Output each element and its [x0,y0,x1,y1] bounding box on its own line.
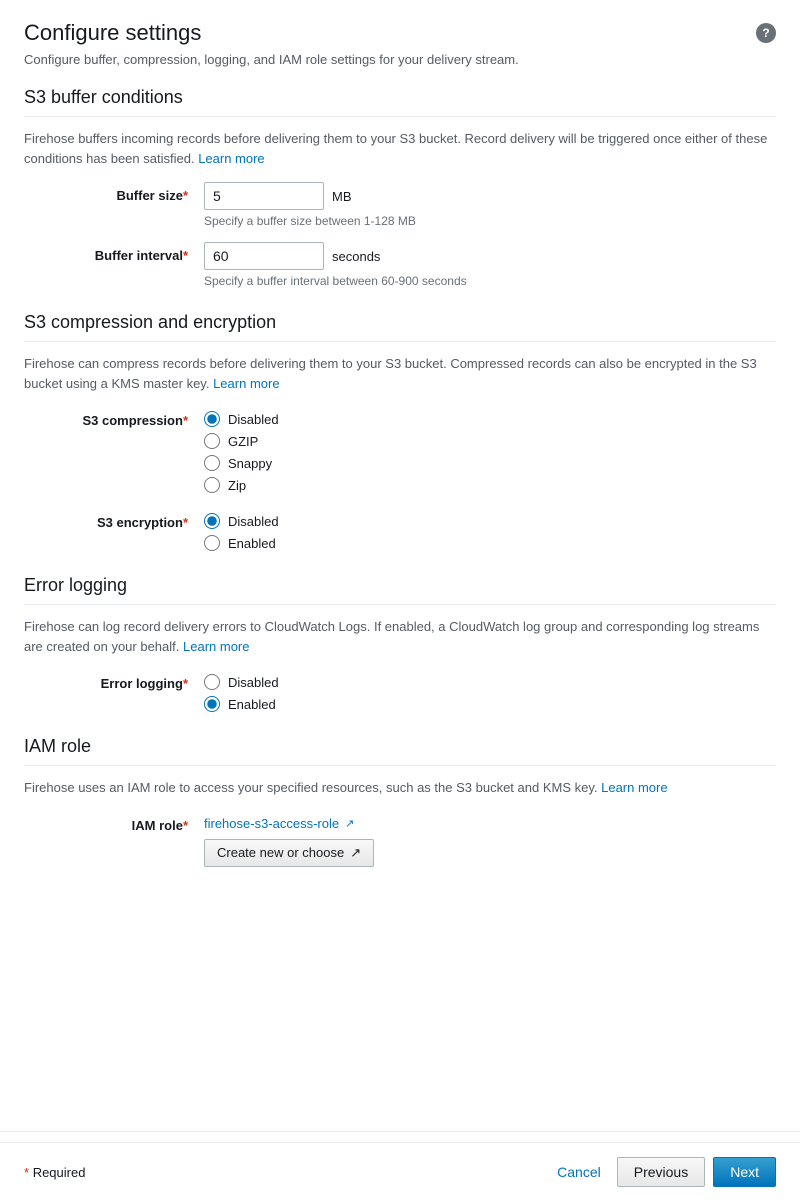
s3-buffer-description: Firehose buffers incoming records before… [24,129,776,168]
encryption-enabled-radio[interactable] [204,535,220,551]
compression-zip-radio[interactable] [204,477,220,493]
page-subtitle: Configure buffer, compression, logging, … [24,52,776,67]
footer: * Required Cancel Previous Next [0,1142,800,1201]
error-logging-enabled-radio[interactable] [204,696,220,712]
buffer-size-control: MB Specify a buffer size between 1-128 M… [204,182,416,228]
compression-gzip-option[interactable]: GZIP [204,433,279,449]
buffer-size-hint: Specify a buffer size between 1-128 MB [204,214,416,228]
compression-zip-label: Zip [228,478,246,493]
help-icon[interactable]: ? [756,23,776,43]
s3-compression-section: S3 compression and encryption Firehose c… [24,312,776,551]
s3-compression-label: S3 compression* [24,407,204,428]
create-new-or-choose-button[interactable]: Create new or choose ↗ [204,839,374,867]
cancel-button[interactable]: Cancel [549,1160,609,1184]
s3-compression-title: S3 compression and encryption [24,312,776,342]
iam-role-controls: firehose-s3-access-role ↗ Create new or … [204,812,374,867]
s3-encryption-row: S3 encryption* Disabled Enabled [24,509,776,551]
compression-gzip-label: GZIP [228,434,258,449]
s3-compression-learn-more[interactable]: Learn more [213,376,279,391]
iam-role-description: Firehose uses an IAM role to access your… [24,778,776,798]
s3-compression-description: Firehose can compress records before del… [24,354,776,393]
compression-disabled-option[interactable]: Disabled [204,411,279,427]
buffer-interval-control: seconds Specify a buffer interval betwee… [204,242,467,288]
s3-buffer-title: S3 buffer conditions [24,87,776,117]
error-logging-disabled-radio[interactable] [204,674,220,690]
encryption-enabled-label: Enabled [228,536,276,551]
compression-gzip-radio[interactable] [204,433,220,449]
external-link-icon: ↗ [345,817,354,830]
compression-snappy-option[interactable]: Snappy [204,455,279,471]
encryption-disabled-radio[interactable] [204,513,220,529]
footer-actions: Cancel Previous Next [549,1157,776,1187]
main-content: Configure settings ? Configure buffer, c… [0,0,800,1121]
iam-role-learn-more[interactable]: Learn more [601,780,667,795]
create-button-external-icon: ↗ [350,845,361,861]
error-logging-learn-more[interactable]: Learn more [183,639,249,654]
compression-disabled-radio[interactable] [204,411,220,427]
iam-role-section: IAM role Firehose uses an IAM role to ac… [24,736,776,867]
create-button-label: Create new or choose [217,845,344,860]
iam-role-row: IAM role* firehose-s3-access-role ↗ Crea… [24,812,776,867]
error-logging-disabled-label: Disabled [228,675,279,690]
buffer-interval-hint: Specify a buffer interval between 60-900… [204,274,467,288]
s3-encryption-label: S3 encryption* [24,509,204,530]
compression-disabled-label: Disabled [228,412,279,427]
buffer-interval-input[interactable] [204,242,324,270]
footer-required: * Required [24,1165,85,1180]
compression-zip-option[interactable]: Zip [204,477,279,493]
buffer-interval-label: Buffer interval* [24,242,204,263]
compression-snappy-radio[interactable] [204,455,220,471]
encryption-disabled-option[interactable]: Disabled [204,513,279,529]
error-logging-radio-group: Disabled Enabled [204,670,279,712]
buffer-interval-unit: seconds [332,249,380,264]
error-logging-enabled-option[interactable]: Enabled [204,696,279,712]
s3-buffer-section: S3 buffer conditions Firehose buffers in… [24,87,776,288]
error-logging-enabled-label: Enabled [228,697,276,712]
footer-divider [0,1131,800,1132]
iam-role-value: firehose-s3-access-role ↗ [204,812,354,831]
error-logging-disabled-option[interactable]: Disabled [204,674,279,690]
s3-compression-row: S3 compression* Disabled GZIP Snappy [24,407,776,493]
error-logging-label: Error logging* [24,670,204,691]
error-logging-row: Error logging* Disabled Enabled [24,670,776,712]
s3-buffer-learn-more[interactable]: Learn more [198,151,264,166]
page-container: Configure settings ? Configure buffer, c… [0,0,800,1201]
buffer-size-row: Buffer size* MB Specify a buffer size be… [24,182,776,228]
buffer-interval-row: Buffer interval* seconds Specify a buffe… [24,242,776,288]
page-title: Configure settings [24,20,201,46]
s3-compression-radio-group: Disabled GZIP Snappy Zip [204,407,279,493]
error-logging-section: Error logging Firehose can log record de… [24,575,776,712]
error-logging-title: Error logging [24,575,776,605]
compression-snappy-label: Snappy [228,456,272,471]
error-logging-description: Firehose can log record delivery errors … [24,617,776,656]
header-row: Configure settings ? [24,20,776,46]
next-button[interactable]: Next [713,1157,776,1187]
iam-role-title: IAM role [24,736,776,766]
encryption-enabled-option[interactable]: Enabled [204,535,279,551]
encryption-disabled-label: Disabled [228,514,279,529]
iam-role-label: IAM role* [24,812,204,833]
buffer-size-label: Buffer size* [24,182,204,203]
buffer-size-input[interactable] [204,182,324,210]
previous-button[interactable]: Previous [617,1157,705,1187]
iam-role-link[interactable]: firehose-s3-access-role [204,816,339,831]
s3-encryption-radio-group: Disabled Enabled [204,509,279,551]
buffer-size-unit: MB [332,189,352,204]
